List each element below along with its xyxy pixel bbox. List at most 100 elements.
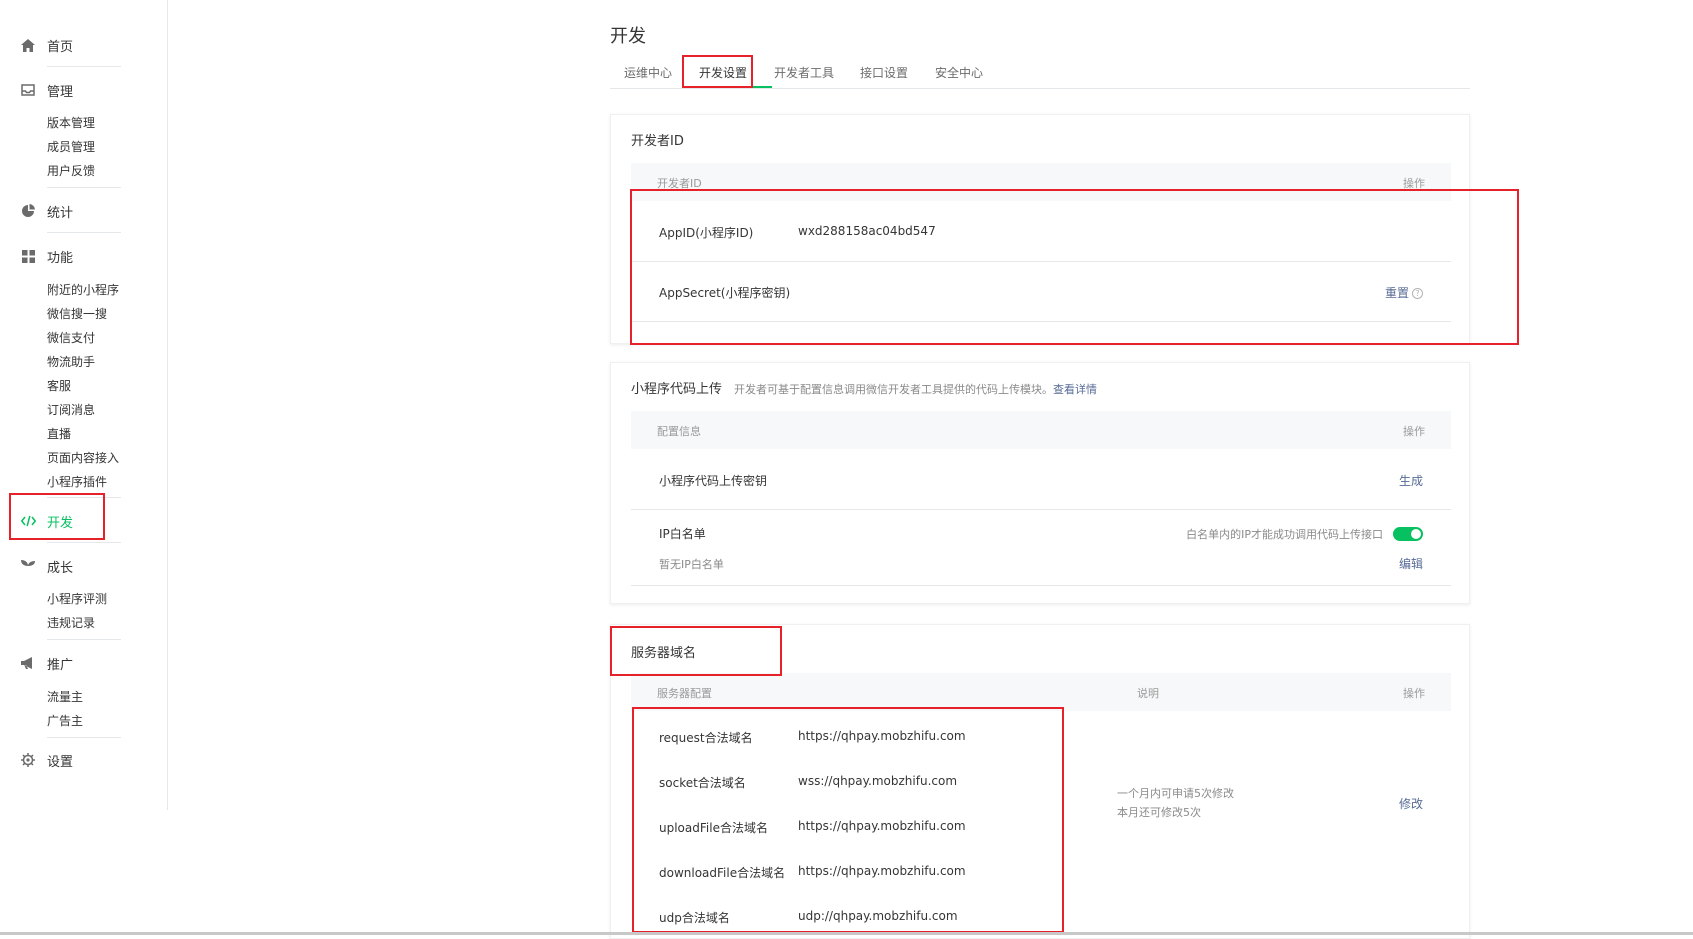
col-header: 说明 <box>1137 687 1159 700</box>
grid-icon <box>20 248 36 264</box>
card-title: 服务器域名 <box>631 646 697 661</box>
sidebar: 首页 管理 版本管理 成员管理 用户反馈 统计 功能 附近的小程序 微信搜一搜 … <box>0 0 168 810</box>
nav-manage-label: 管理 <box>47 84 74 100</box>
domain-row-value: wss://qhpay.mobzhifu.com <box>798 774 958 788</box>
home-icon <box>20 37 36 53</box>
tab-dev-settings[interactable]: 开发设置 <box>699 64 747 81</box>
domain-row-value: https://qhpay.mobzhifu.com <box>798 729 966 743</box>
modify-domain-link[interactable]: 修改 <box>1399 795 1423 812</box>
divider <box>47 66 121 67</box>
nav-settings-label: 设置 <box>47 754 74 770</box>
col-header: 操作 <box>1403 425 1425 438</box>
ip-whitelist-note: 白名单内的IP才能成功调用代码上传接口 <box>1186 528 1383 541</box>
modify-remaining: 本月还可修改5次 <box>1117 806 1201 819</box>
domain-row-value: udp://qhpay.mobzhifu.com <box>798 909 958 923</box>
code-icon <box>20 513 36 529</box>
col-header: 服务器配置 <box>657 687 712 700</box>
modify-note: 一个月内可申请5次修改 <box>1117 787 1234 800</box>
sidebar-item-pay[interactable]: 微信支付 <box>47 329 95 347</box>
pie-chart-icon <box>20 203 36 219</box>
sidebar-item-subscribe[interactable]: 订阅消息 <box>47 401 95 419</box>
domain-row-value: https://qhpay.mobzhifu.com <box>798 864 966 878</box>
col-header: 操作 <box>1403 177 1425 190</box>
domain-row-value: https://qhpay.mobzhifu.com <box>798 819 966 833</box>
table-header: 开发者ID 操作 <box>631 163 1451 201</box>
page-title: 开发 <box>610 26 646 47</box>
sidebar-item-plugin[interactable]: 小程序插件 <box>47 473 107 491</box>
nav-home-label: 首页 <box>47 39 74 55</box>
nav-growth-label: 成长 <box>47 560 74 576</box>
tab-dev-tools[interactable]: 开发者工具 <box>774 64 834 81</box>
ip-whitelist-label: IP白名单 <box>659 527 706 541</box>
gear-icon <box>20 752 36 768</box>
divider <box>47 187 121 188</box>
nav-develop-label: 开发 <box>47 515 74 531</box>
divider <box>631 321 1451 322</box>
card-title-row: 小程序代码上传 开发者可基于配置信息调用微信开发者工具提供的代码上传模块。查看详情 <box>631 378 1097 397</box>
edit-whitelist-link[interactable]: 编辑 <box>1399 555 1423 572</box>
description-text: 开发者可基于配置信息调用微信开发者工具提供的代码上传模块。 <box>734 383 1054 396</box>
sidebar-item-review[interactable]: 小程序评测 <box>47 590 107 608</box>
nav-promote[interactable]: 推广 <box>20 650 73 676</box>
domain-row-label: socket合法域名 <box>659 776 746 790</box>
nav-manage[interactable]: 管理 <box>20 77 73 103</box>
domain-row-label: request合法域名 <box>659 731 753 745</box>
developer-id-card: 开发者ID 开发者ID 操作 AppID(小程序ID) wxd288158ac0… <box>610 114 1470 344</box>
card-title: 开发者ID <box>631 134 684 149</box>
reset-secret-link[interactable]: 重置? <box>1385 284 1423 301</box>
divider <box>47 497 121 498</box>
sidebar-item-feedback[interactable]: 用户反馈 <box>47 162 95 180</box>
sprout-icon <box>20 558 36 574</box>
nav-home[interactable]: 首页 <box>20 32 73 58</box>
sidebar-item-version[interactable]: 版本管理 <box>47 114 95 132</box>
nav-stats[interactable]: 统计 <box>20 198 73 224</box>
sidebar-item-violations[interactable]: 违规记录 <box>47 614 95 632</box>
divider <box>47 542 121 543</box>
nav-promote-label: 推广 <box>47 657 74 673</box>
code-upload-card: 小程序代码上传 开发者可基于配置信息调用微信开发者工具提供的代码上传模块。查看详情… <box>610 362 1470 604</box>
nav-features-label: 功能 <box>47 250 74 266</box>
divider <box>47 232 121 233</box>
upload-key-label: 小程序代码上传密钥 <box>659 474 768 488</box>
table-header: 配置信息 操作 <box>631 411 1451 449</box>
col-header: 配置信息 <box>657 425 701 438</box>
reset-secret-label: 重置 <box>1384 286 1409 300</box>
sidebar-item-live[interactable]: 直播 <box>47 425 71 443</box>
card-description: 开发者可基于配置信息调用微信开发者工具提供的代码上传模块。查看详情 <box>734 383 1097 396</box>
sidebar-item-service[interactable]: 客服 <box>47 377 71 395</box>
domain-row-label: downloadFile合法域名 <box>659 866 786 880</box>
sidebar-item-content[interactable]: 页面内容接入 <box>47 449 119 467</box>
sidebar-item-logistics[interactable]: 物流助手 <box>47 353 95 371</box>
nav-features[interactable]: 功能 <box>20 243 73 269</box>
sidebar-item-search[interactable]: 微信搜一搜 <box>47 305 107 323</box>
ip-whitelist-empty: 暂无IP白名单 <box>659 558 724 571</box>
appid-value: wxd288158ac04bd547 <box>798 224 936 238</box>
sidebar-item-nearby[interactable]: 附近的小程序 <box>47 281 119 299</box>
tab-security[interactable]: 安全中心 <box>935 64 983 81</box>
generate-key-link[interactable]: 生成 <box>1399 472 1423 489</box>
server-domain-card: 服务器域名 服务器配置 说明 操作 request合法域名 https://qh… <box>610 624 1470 939</box>
tab-bar: 运维中心 开发设置 开发者工具 接口设置 安全中心 <box>610 62 1470 89</box>
divider <box>631 585 1451 586</box>
nav-stats-label: 统计 <box>47 205 74 221</box>
view-details-link[interactable]: 查看详情 <box>1053 383 1097 396</box>
col-header: 操作 <box>1403 687 1425 700</box>
nav-settings[interactable]: 设置 <box>20 747 73 773</box>
domain-row-label: uploadFile合法域名 <box>659 821 768 835</box>
sidebar-item-advertiser[interactable]: 广告主 <box>47 712 83 730</box>
divider <box>631 261 1451 262</box>
tab-ops[interactable]: 运维中心 <box>624 64 672 81</box>
sidebar-item-members[interactable]: 成员管理 <box>47 138 95 156</box>
tab-api-settings[interactable]: 接口设置 <box>860 64 908 81</box>
nav-develop[interactable]: 开发 <box>20 508 73 534</box>
divider <box>631 509 1451 510</box>
appsecret-label: AppSecret(小程序密钥) <box>659 286 791 300</box>
sidebar-item-traffic[interactable]: 流量主 <box>47 688 83 706</box>
ip-whitelist-toggle[interactable] <box>1393 527 1423 541</box>
col-header: 开发者ID <box>657 177 702 190</box>
megaphone-icon <box>20 655 36 671</box>
divider <box>47 639 121 640</box>
help-icon[interactable]: ? <box>1412 288 1423 299</box>
nav-growth[interactable]: 成长 <box>20 553 73 579</box>
active-tab-indicator <box>696 86 772 88</box>
